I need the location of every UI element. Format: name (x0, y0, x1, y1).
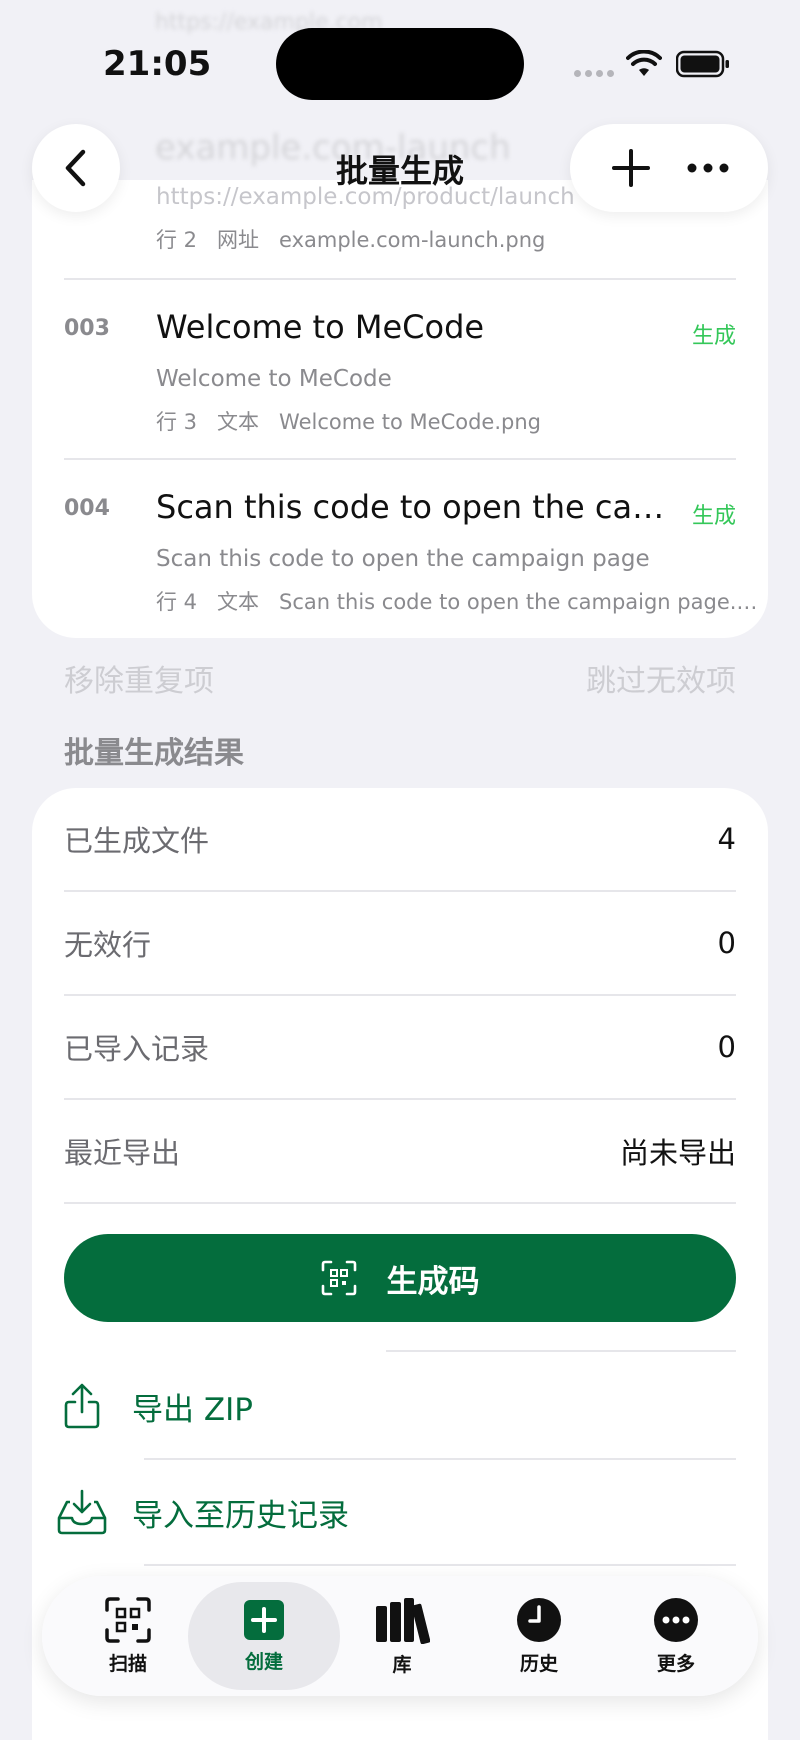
nav-actions (570, 124, 768, 212)
qr-scan-icon (321, 1260, 356, 1296)
cellular-signal-icon (574, 70, 614, 78)
ellipsis-icon (687, 163, 728, 173)
generate-codes-button[interactable]: 生成码 (64, 1234, 736, 1322)
plus-icon (611, 149, 650, 187)
stat-row-generated: 已生成文件 4 (64, 788, 736, 892)
row-status: 生成 (691, 324, 736, 349)
tab-scan[interactable]: 扫描 (58, 1576, 198, 1696)
tab-history[interactable]: 历史 (469, 1576, 609, 1696)
export-zip-button[interactable]: 导出 ZIP (32, 1354, 768, 1458)
row-index: 004 (64, 496, 110, 521)
skip-invalid-button[interactable]: 跳过无效项 (586, 656, 736, 700)
add-button[interactable] (603, 140, 659, 196)
row-meta: 行 2 网址 example.com-launch.png (156, 228, 546, 252)
row-status: 生成 (691, 504, 736, 529)
more-circle-icon (654, 1597, 698, 1642)
section-title: 批量生成结果 (64, 736, 244, 771)
row-subtitle: Scan this code to open the campaign page (156, 546, 650, 572)
tab-library[interactable]: 库 (332, 1576, 472, 1696)
tab-create[interactable]: 创建 (188, 1582, 340, 1690)
import-history-button[interactable]: 导入至历史记录 (32, 1460, 768, 1564)
row-meta: 行 4 文本 Scan this code to open the campaign… (156, 590, 766, 614)
row-subtitle: Welcome to MeCode (156, 366, 392, 392)
row-meta: 行 3 文本 Welcome to MeCode.png (156, 410, 541, 434)
more-button[interactable] (680, 140, 736, 196)
tab-bar: 扫描 创建 库 历史 更多 (42, 1576, 758, 1696)
books-icon (376, 1597, 430, 1644)
tray-download-icon (57, 1489, 107, 1535)
battery-icon (676, 50, 729, 78)
clock-icon (517, 1597, 561, 1642)
list-item[interactable]: 003 Welcome to MeCode 生成 Welcome to MeCo… (32, 280, 768, 458)
divider (144, 1564, 736, 1566)
stat-row-imported: 已导入记录 0 (64, 996, 736, 1100)
list-item[interactable]: 004 Scan this code to open the campaign … (32, 460, 768, 638)
batch-items-card: https://example.com/product/launch 行 2 网址… (32, 180, 768, 638)
divider (386, 1350, 736, 1352)
plus-square-icon (244, 1599, 284, 1640)
status-time: 21:05 (103, 44, 212, 84)
wifi-icon (626, 50, 662, 76)
remove-duplicates-button[interactable]: 移除重复项 (64, 656, 214, 700)
row-title: Welcome to MeCode (156, 308, 485, 346)
stat-row-invalid: 无效行 0 (64, 892, 736, 996)
qr-scan-icon (105, 1596, 151, 1643)
stat-row-last-export: 最近导出 尚未导出 (64, 1100, 736, 1204)
share-upload-icon (64, 1383, 100, 1429)
row-index: 003 (64, 316, 110, 341)
dynamic-island (276, 28, 524, 100)
row-title: Scan this code to open the campaign page (156, 488, 666, 526)
tab-more[interactable]: 更多 (606, 1576, 746, 1696)
